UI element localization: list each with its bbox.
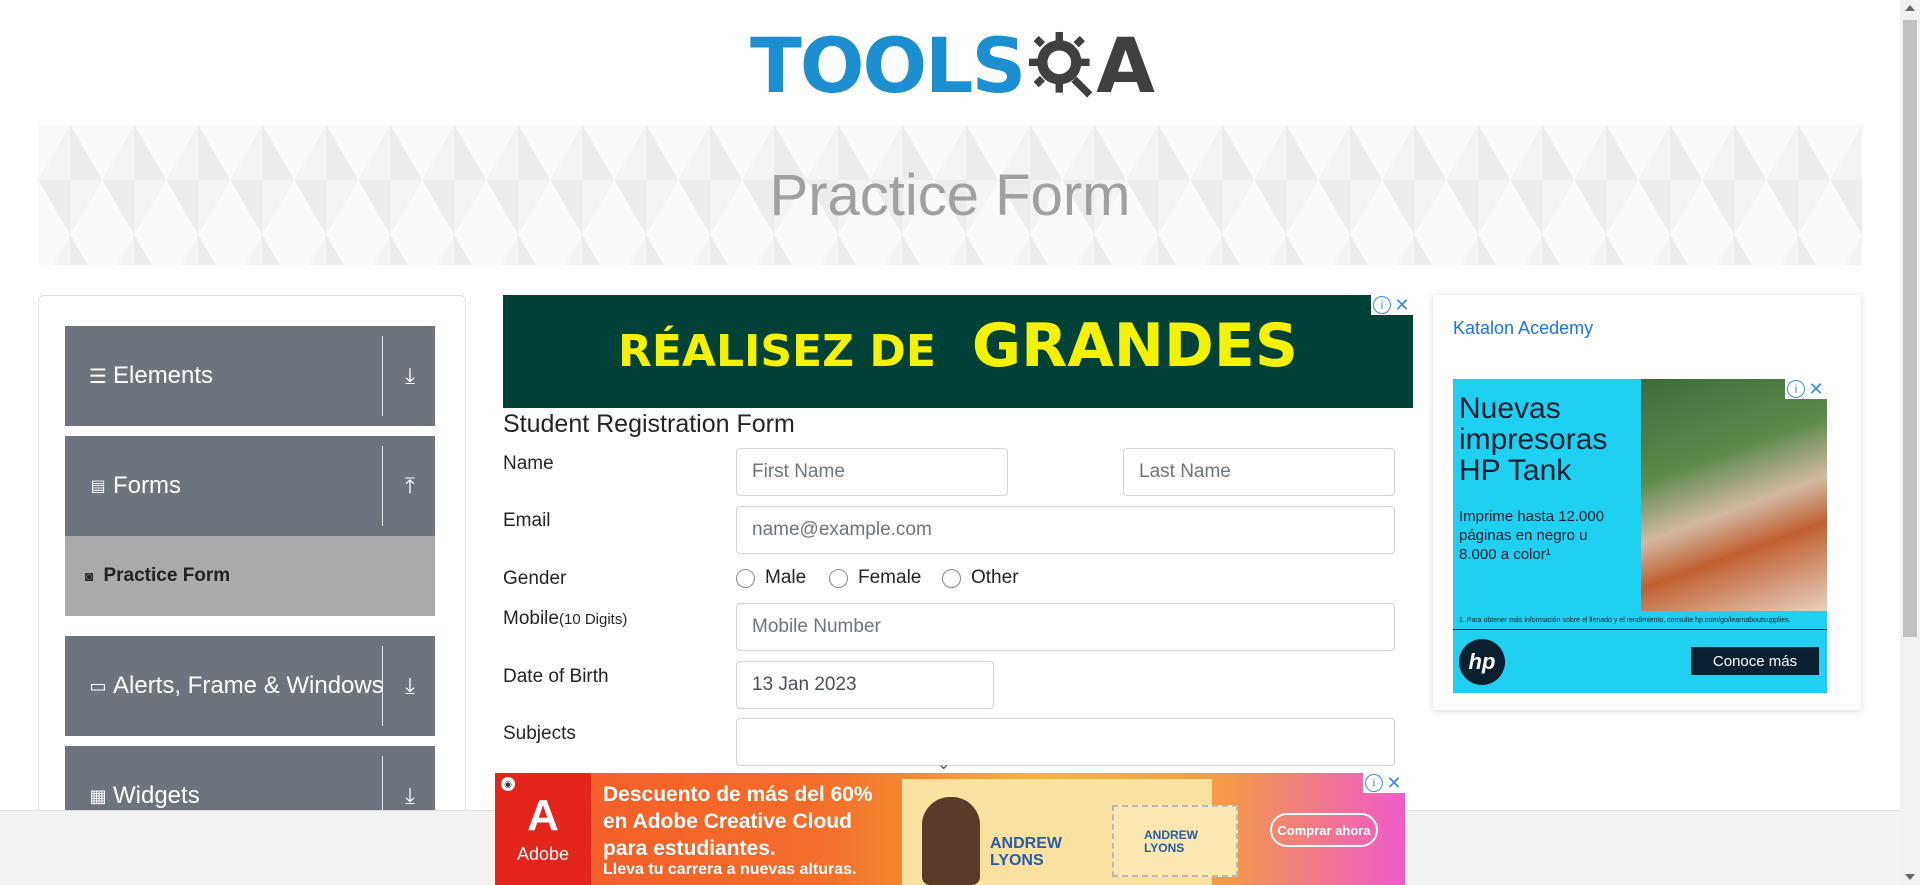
right-ad-panel: Katalon Acedemy Nuevas impresoras HP Tan… [1433,295,1861,710]
ad-headline: Nuevas impresoras HP Tank [1459,392,1608,487]
first-name-input[interactable]: First Name [736,448,1008,496]
ad-subline: Lleva tu carrera a nuevas alturas. [603,861,857,878]
sidebar-item-practice-form[interactable]: ◙ Practice Form [65,536,435,616]
ad-cta-button[interactable]: Comprar ahora [1270,813,1378,847]
ad-controls: i ✕ [1785,379,1827,399]
mobile-label: Mobile(10 Digits) [503,608,627,630]
hp-logo-icon: hp [1459,639,1505,685]
mobile-label-text: Mobile [503,608,559,629]
scroll-up-icon[interactable] [1905,5,1915,11]
form-title: Student Registration Form [503,410,795,438]
toolsqa-logo[interactable]: TOOLS A [750,18,1155,114]
logo-text-tools: TOOLS [750,21,1026,110]
ad-info-icon[interactable]: i [1373,296,1391,314]
ad-fine-print: 1. Para obtener más información sobre el… [1459,617,1791,624]
ad-line: para estudiantes. [603,837,776,860]
radio-label: Female [858,567,922,588]
upload-arrow-icon: ⤒ [405,473,415,498]
radio-button[interactable] [736,568,755,588]
sidebar-group-alerts[interactable]: ▭ Alerts, Frame & Windows ⤓ [65,636,435,736]
radio-label: Other [971,567,1019,588]
katalon-academy-link[interactable]: Katalon Acedemy [1453,318,1593,339]
sidebar-group-elements[interactable]: ☰ Elements ⤓ [65,326,435,426]
ad-text: GRANDES [971,310,1299,381]
adobe-logo-icon: A [527,790,559,840]
download-arrow-icon: ⤓ [405,363,415,388]
radio-button[interactable] [942,568,961,588]
dob-label: Date of Birth [503,666,609,687]
html5-icon: ◙ [85,568,94,584]
hp-ad[interactable]: Nuevas impresoras HP Tank Imprime hasta … [1453,379,1827,693]
logo-text-a: A [1096,21,1155,110]
ad-body: Imprime hasta 12.000 páginas en negro u … [1459,508,1605,563]
page-title: Practice Form [769,162,1131,228]
gender-label: Gender [503,568,567,589]
download-arrow-icon: ⤓ [405,783,415,808]
mobile-hint: (10 Digits) [558,611,628,628]
sidebar-group-forms[interactable]: ▤ Forms ⤒ [65,436,435,536]
ad-line: Descuento de más del 60% [603,783,873,806]
gear-magnifier-icon [1029,31,1093,98]
ad-photo [1641,379,1827,611]
page-banner: Practice Form [38,125,1862,265]
sidebar-item-label: Practice Form [103,565,231,586]
widgets-icon: ▦ [89,785,107,806]
mobile-input[interactable]: Mobile Number [736,603,1395,651]
adobe-wordmark: Adobe [516,843,570,864]
ad-line: en Adobe Creative Cloud [603,810,852,833]
close-icon[interactable]: ✕ [1807,379,1825,399]
chevron-down-icon[interactable]: ⌄ [937,754,950,774]
close-icon[interactable]: ✕ [1393,295,1411,315]
radio-button[interactable] [829,568,848,588]
sidebar-group-label: Elements [113,362,214,389]
sidebar-group-label: Widgets [113,782,200,809]
adobe-ad-banner[interactable]: A Adobe ◉ Descuento de más del 60% en Ad… [495,773,1405,885]
ad-info-icon[interactable]: i [1787,380,1805,398]
close-icon[interactable]: ✕ [1385,773,1403,793]
hamburger-icon: ☰ [89,365,107,388]
last-name-input[interactable]: Last Name [1123,448,1395,496]
ad-headline: Descuento de más del 60% en Adobe Creati… [603,781,873,862]
scroll-down-icon[interactable] [1905,874,1915,880]
sidebar-group-label: Forms [113,472,181,499]
scrollbar-thumb[interactable] [1903,20,1917,637]
gender-radio-female[interactable]: Female [829,567,921,589]
ad-text: RÉALISEZ DE [617,326,936,377]
subjects-label: Subjects [503,723,576,744]
ad-cta-button[interactable]: Conoce más [1691,647,1819,675]
poster-name: ANDREW LYONS [990,835,1062,869]
poster-name: ANDREW LYONS [1144,828,1198,855]
document-icon: ▤ [90,478,106,495]
ad-controls: i ✕ [1371,295,1413,315]
ad-controls: i ✕ [1363,773,1405,793]
subjects-input[interactable] [736,718,1395,766]
scrollbar[interactable] [1900,0,1920,885]
top-ad-banner[interactable]: RÉALISEZ DE GRANDES i ✕ [503,295,1413,408]
divider [382,336,383,416]
gender-radio-male[interactable]: Male [736,567,806,589]
gender-radio-other[interactable]: Other [942,567,1019,589]
window-icon: ▭ [89,675,107,696]
sidebar: ☰ Elements ⤓ ▤ Forms ⤒ ◙ Practice Form ▭… [38,295,466,885]
divider [382,446,383,526]
download-arrow-icon: ⤓ [405,673,415,698]
radio-label: Male [765,567,807,588]
email-label: Email [503,510,551,531]
divider [382,646,383,726]
ad-portrait [922,797,980,885]
sidebar-group-label: Alerts, Frame & Windows [113,672,384,699]
ad-info-icon[interactable]: i [1365,774,1383,792]
name-label: Name [503,453,554,474]
ad-poster: ANDREW LYONS ANDREW LYONS [902,779,1238,885]
ad-privacy-icon[interactable]: ◉ [501,777,515,791]
email-input[interactable]: name@example.com [736,506,1395,554]
divider [1453,629,1827,630]
date-of-birth-input[interactable]: 13 Jan 2023 [736,661,994,709]
